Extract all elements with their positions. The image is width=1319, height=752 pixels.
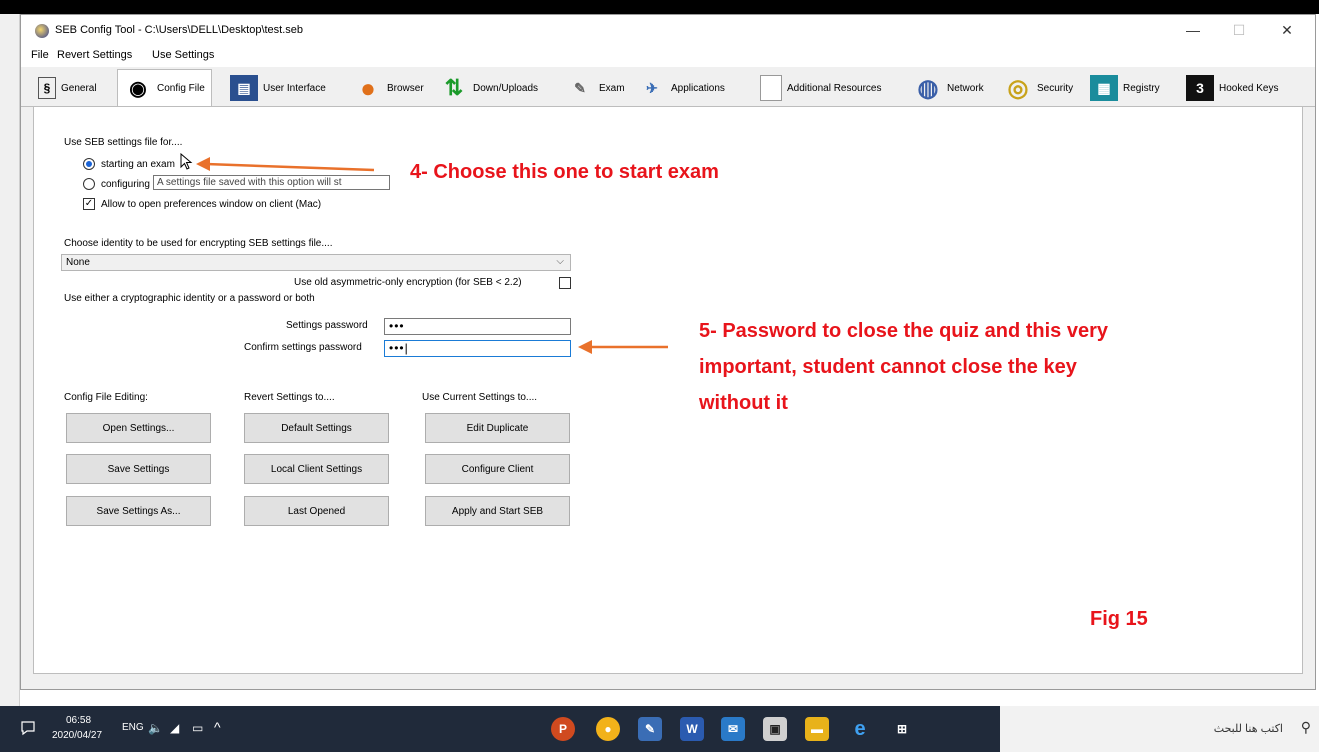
tab-user-interface[interactable]: ▤ User Interface	[223, 71, 333, 105]
browser-icon: ●	[360, 72, 376, 103]
registry-icon: ▦	[1090, 75, 1118, 101]
title-bar: SEB Config Tool - C:\Users\DELL\Desktop\…	[21, 15, 1315, 45]
seb-config-window: SEB Config Tool - C:\Users\DELL\Desktop\…	[20, 14, 1316, 690]
tab-registry[interactable]: ▦ Registry	[1083, 71, 1167, 105]
powerpoint-icon[interactable]: P	[551, 717, 575, 741]
taskbar-time[interactable]: 06:58	[66, 715, 91, 726]
step4-arrow-icon	[196, 157, 375, 172]
tab-label: Network	[947, 82, 984, 94]
mail-icon[interactable]: ✉	[721, 717, 745, 741]
taskbar-language[interactable]: ENG	[122, 722, 144, 733]
minimize-button[interactable]: —	[1171, 19, 1215, 41]
network-icon: ◍	[917, 74, 939, 102]
maximize-button[interactable]: ☐	[1217, 19, 1261, 41]
seb-app-icon	[35, 24, 49, 38]
menu-use-settings[interactable]: Use Settings	[152, 49, 214, 61]
menu-revert-settings[interactable]: Revert Settings	[57, 49, 132, 61]
volume-icon[interactable]: 🔈	[148, 721, 163, 735]
network-status-icon[interactable]: ◢	[170, 721, 179, 735]
tab-label: Security	[1037, 82, 1074, 94]
tab-additional-resources[interactable]: ▯ Additional Resources	[753, 71, 889, 105]
word-icon[interactable]: W	[680, 717, 704, 741]
tab-label: Down/Uploads	[473, 82, 539, 94]
search-box[interactable]: اكتب هنا للبحث ⚲	[1000, 706, 1319, 752]
tab-general[interactable]: § General	[31, 71, 104, 105]
close-button[interactable]: ✕	[1265, 19, 1309, 41]
user-interface-icon: ▤	[230, 75, 258, 101]
config-file-icon: ◉	[129, 77, 147, 100]
window-title: SEB Config Tool - C:\Users\DELL\Desktop\…	[55, 24, 304, 36]
chevron-up-icon[interactable]: ^	[214, 719, 221, 735]
tab-label: Config File	[157, 82, 205, 94]
store-icon[interactable]: ▣	[763, 717, 787, 741]
task-view-icon[interactable]: ⊞	[890, 717, 914, 741]
tab-browser[interactable]: ● Browser	[347, 71, 431, 105]
tab-network[interactable]: ◍ Network	[907, 71, 991, 105]
tab-label: Exam	[599, 82, 625, 94]
annotation-step5-line2: important, student cannot close the key	[699, 356, 1077, 378]
tab-strip: § General ◉ Config File ▤ User Interface…	[21, 67, 1315, 107]
tab-hooked-keys[interactable]: 3 Hooked Keys	[1179, 71, 1285, 105]
tab-applications[interactable]: ✈ Applications	[631, 71, 732, 105]
exam-icon: ✎	[574, 79, 586, 96]
tab-down-uploads[interactable]: ⇅ Down/Uploads	[433, 71, 545, 105]
edge-icon[interactable]: e	[848, 717, 872, 741]
battery-icon[interactable]: ▭	[192, 721, 203, 735]
tab-security[interactable]: ◎ Security	[997, 71, 1080, 105]
menu-file[interactable]: File	[31, 49, 49, 61]
step5-arrow-icon	[578, 340, 668, 354]
security-icon: ◎	[1007, 74, 1029, 102]
tab-label: User Interface	[263, 82, 326, 94]
menu-bar: File Revert Settings Use Settings	[21, 45, 1315, 67]
search-icon: ⚲	[1300, 719, 1311, 735]
chrome-icon[interactable]: ●	[596, 717, 620, 741]
down-uploads-icon: ⇅	[444, 75, 464, 100]
screen-top-edge	[0, 0, 1319, 14]
tab-config-file[interactable]: ◉ Config File	[117, 69, 212, 107]
tab-label: Browser	[387, 82, 424, 94]
applications-icon: ✈	[646, 79, 658, 96]
hooked-keys-icon: 3	[1186, 75, 1214, 101]
general-icon: §	[38, 77, 56, 99]
annotation-step5-line1: 5- Password to close the quiz and this v…	[699, 320, 1108, 342]
additional-resources-icon: ▯	[760, 75, 782, 101]
desktop-left-edge	[0, 14, 20, 706]
annotation-step5-line3: without it	[699, 392, 788, 414]
tab-label: Applications	[671, 82, 725, 94]
tab-exam[interactable]: ✎ Exam	[559, 71, 632, 105]
figure-label: Fig 15	[1090, 608, 1148, 630]
tab-label: Registry	[1123, 82, 1160, 94]
action-center-icon[interactable]	[20, 720, 36, 736]
config-file-panel: Use SEB settings file for.... starting a…	[33, 106, 1303, 674]
search-placeholder: اكتب هنا للبحث	[1213, 723, 1283, 735]
tab-label: Additional Resources	[787, 82, 882, 94]
tab-label: General	[61, 82, 97, 94]
annotation-arrows	[196, 157, 668, 354]
tab-label: Hooked Keys	[1219, 82, 1279, 94]
taskbar: 06:58 2020/04/27 ENG 🔈 ◢ ▭ ^ P ● ✎ W ✉ ▣…	[0, 706, 1319, 752]
taskbar-date[interactable]: 2020/04/27	[52, 730, 102, 741]
paint-icon[interactable]: ✎	[638, 717, 662, 741]
file-explorer-icon[interactable]: ▬	[805, 717, 829, 741]
annotation-step4: 4- Choose this one to start exam	[410, 161, 719, 183]
